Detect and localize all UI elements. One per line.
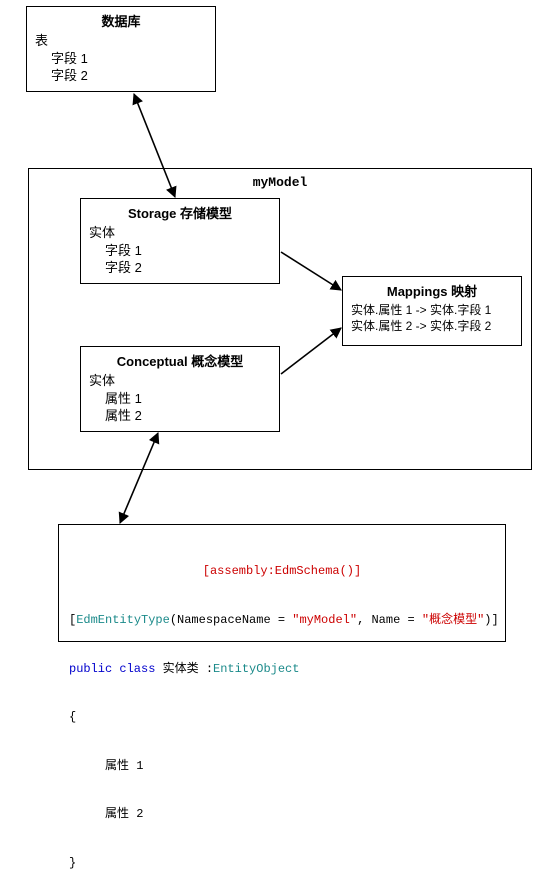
conceptual-prop1: 属性 1 [89, 390, 271, 408]
storage-field2: 字段 2 [89, 259, 271, 277]
conceptual-box: Conceptual 概念模型 实体 属性 1 属性 2 [80, 346, 280, 432]
code-class-decl: public class 实体类 :EntityObject [69, 661, 495, 677]
conceptual-title: Conceptual 概念模型 [89, 351, 271, 370]
database-field2: 字段 2 [35, 67, 207, 85]
code-entitytype-attr: [EdmEntityType(NamespaceName = "myModel"… [69, 612, 495, 628]
mappings-line1: 实体.属性 1 -> 实体.字段 1 [351, 302, 513, 318]
code-prop2: 属性 2 [69, 806, 495, 822]
storage-field1: 字段 1 [89, 242, 271, 260]
code-brace-open: { [69, 709, 495, 725]
code-box: [assembly:EdmSchema()] [EdmEntityType(Na… [58, 524, 506, 642]
code-prop1: 属性 1 [69, 758, 495, 774]
database-field1: 字段 1 [35, 50, 207, 68]
conceptual-prop2: 属性 2 [89, 407, 271, 425]
storage-title: Storage 存储模型 [89, 203, 271, 222]
database-table: 表 [35, 32, 207, 50]
database-title: 数据库 [35, 11, 207, 30]
mappings-line2: 实体.属性 2 -> 实体.字段 2 [351, 318, 513, 334]
storage-entity: 实体 [89, 224, 271, 242]
mappings-box: Mappings 映射 实体.属性 1 -> 实体.字段 1 实体.属性 2 -… [342, 276, 522, 346]
code-brace-close: } [69, 855, 495, 871]
conceptual-entity: 实体 [89, 372, 271, 390]
mymodel-title: myModel [37, 175, 523, 190]
code-assembly-attr: [assembly:EdmSchema()] [69, 563, 495, 579]
mappings-title: Mappings 映射 [351, 281, 513, 300]
database-box: 数据库 表 字段 1 字段 2 [26, 6, 216, 92]
storage-box: Storage 存储模型 实体 字段 1 字段 2 [80, 198, 280, 284]
